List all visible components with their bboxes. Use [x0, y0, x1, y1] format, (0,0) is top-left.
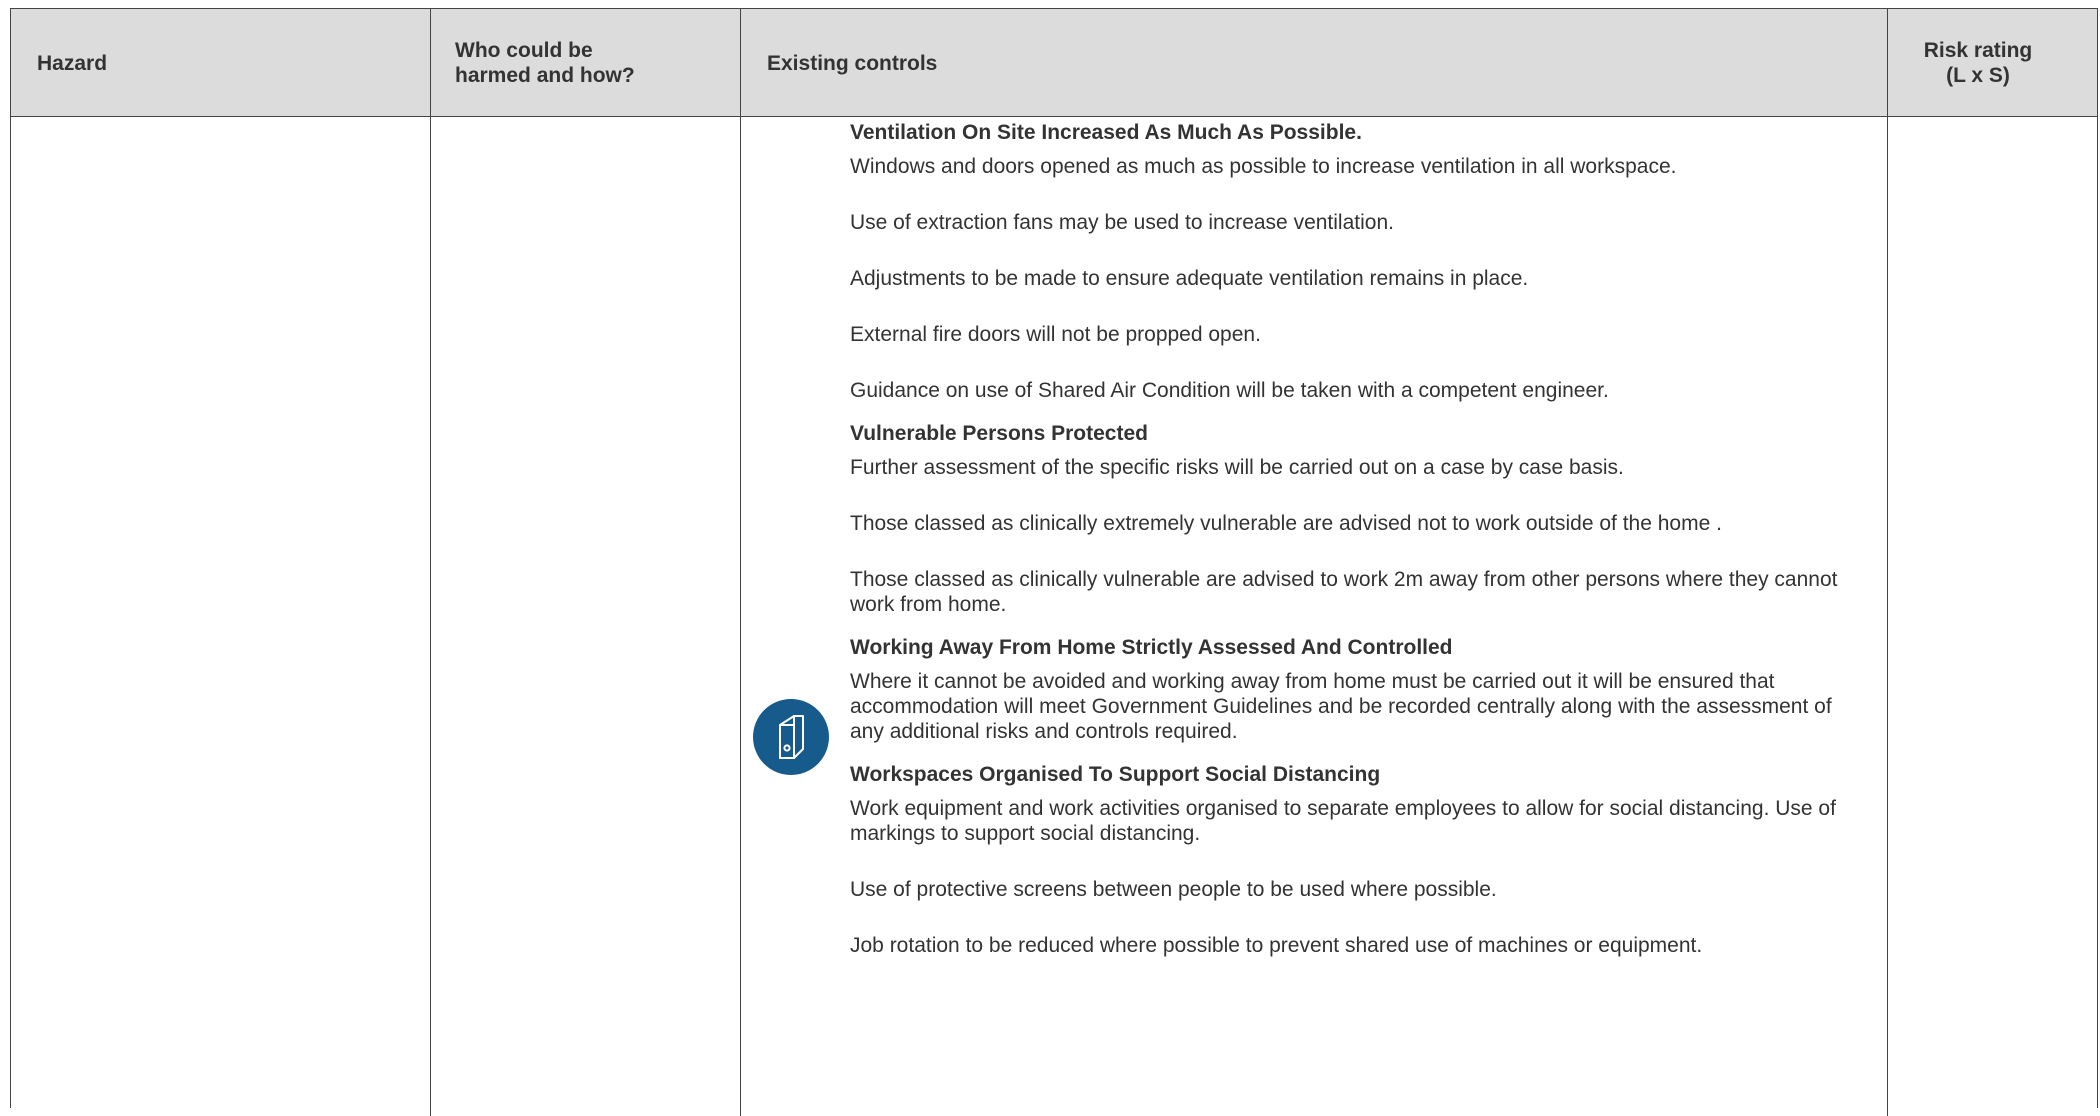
- header-risk-line1: Risk rating: [1923, 39, 2033, 62]
- header-risk-line2: (L x S): [1946, 64, 2010, 87]
- control-paragraph: Job rotation to be reduced where possibl…: [850, 934, 1703, 957]
- header-who-line2: harmed and how?: [455, 64, 635, 87]
- control-paragraph: Windows and doors opened as much as poss…: [850, 155, 1677, 178]
- section-title-vulnerable-persons: Vulnerable Persons Protected: [850, 422, 1148, 445]
- header-who-line1: Who could be: [455, 39, 593, 62]
- binder-icon: [753, 699, 829, 775]
- control-paragraph: Adjustments to be made to ensure adequat…: [850, 267, 1529, 290]
- header-who-harmed: Who could be harmed and how?: [455, 38, 635, 88]
- section-title-working-away: Working Away From Home Strictly Assessed…: [850, 636, 1453, 659]
- column-divider-2: [740, 9, 741, 1116]
- control-paragraph: External fire doors will not be propped …: [850, 323, 1261, 346]
- section-title-social-distancing: Workspaces Organised To Support Social D…: [850, 763, 1381, 786]
- control-paragraph: Use of extraction fans may be used to in…: [850, 211, 1394, 234]
- control-paragraph: Work equipment and work activities organ…: [850, 797, 1836, 845]
- existing-controls-content: Ventilation On Site Increased As Much As…: [850, 120, 1860, 976]
- column-divider-1: [430, 9, 431, 1116]
- control-paragraph: Those classed as clinically vulnerable a…: [850, 568, 1838, 616]
- header-risk-rating: Risk rating (L x S): [1898, 38, 2058, 88]
- control-paragraph: Further assessment of the specific risks…: [850, 456, 1624, 479]
- section-title-ventilation: Ventilation On Site Increased As Much As…: [850, 121, 1362, 144]
- column-divider-3: [1887, 9, 1888, 1116]
- header-hazard: Hazard: [37, 52, 108, 75]
- control-paragraph: Those classed as clinically extremely vu…: [850, 512, 1722, 535]
- control-paragraph: Guidance on use of Shared Air Condition …: [850, 379, 1609, 402]
- header-existing-controls: Existing controls: [767, 52, 938, 75]
- control-paragraph: Where it cannot be avoided and working a…: [850, 670, 1832, 743]
- table-header: Hazard Who could be harmed and how? Exis…: [11, 9, 2097, 117]
- control-paragraph: Use of protective screens between people…: [850, 878, 1497, 901]
